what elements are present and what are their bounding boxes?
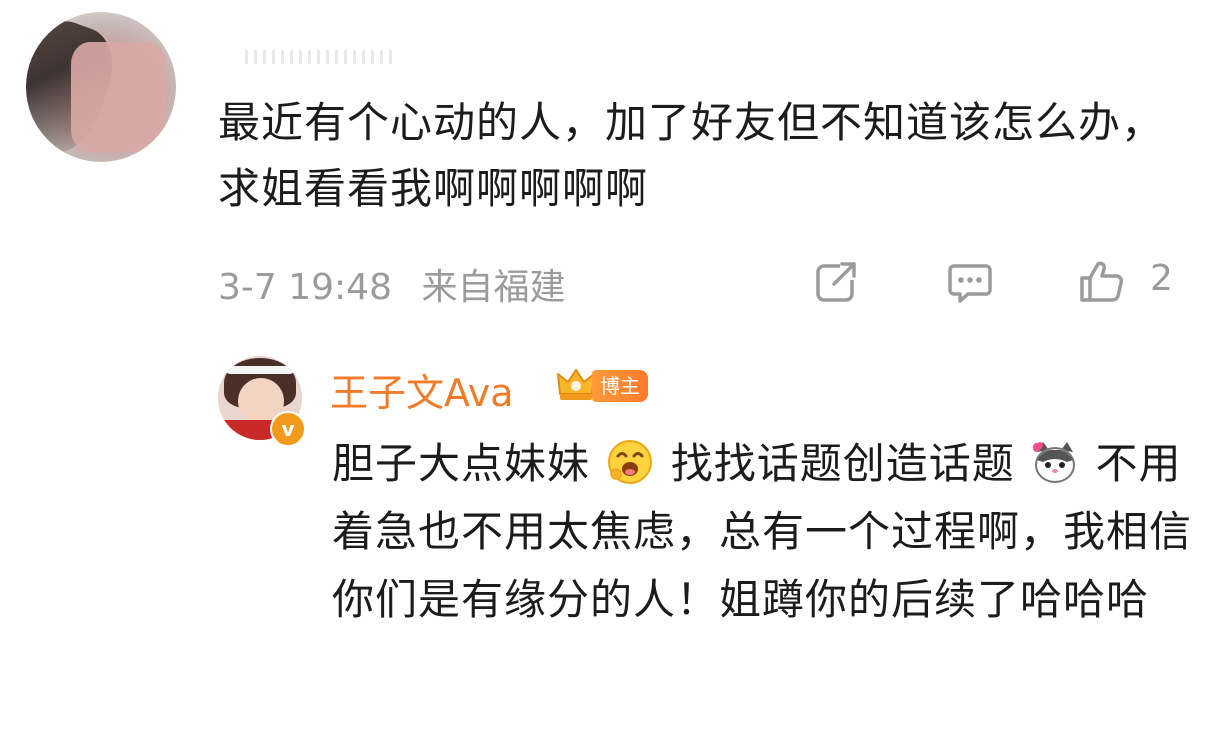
reply-text-part1: 胆子大点妹妹 [332, 439, 591, 488]
comment-meta: 3-7 19:48 来自福建 [218, 258, 565, 310]
verified-badge-icon: v [270, 411, 306, 447]
commenter-name-blurred [245, 50, 395, 64]
thumbs-up-icon[interactable] [1078, 258, 1126, 306]
comment-icon[interactable] [946, 258, 994, 306]
reply-author-name[interactable]: 王子文Ava [330, 362, 514, 417]
comment-text: 最近有个心动的人，加了好友但不知道该怎么办，求姐看看我啊啊啊啊啊 [218, 98, 1165, 213]
commenter-avatar[interactable] [26, 12, 176, 162]
blogger-badge: 博主 [592, 370, 648, 402]
comment-time: 3-7 19:48 [218, 267, 392, 308]
share-icon[interactable] [812, 258, 860, 306]
reply-text: 胆子大点妹妹 找找话题创造话题 不用着急也不用太焦虑，总有一个过程啊，我相信你们… [332, 430, 1192, 634]
cat-emoji [1033, 441, 1076, 483]
crown-icon [557, 369, 595, 400]
reply-text-part2: 找找话题创造话题 [670, 439, 1015, 488]
laughing-face-emoji [608, 440, 653, 484]
comment-location: 来自福建 [421, 267, 566, 308]
like-count: 2 [1150, 258, 1173, 299]
